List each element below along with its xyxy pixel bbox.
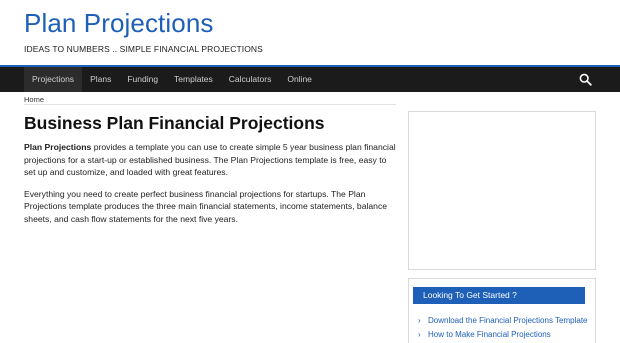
- main-navigation: Projections Plans Funding Templates Calc…: [0, 65, 620, 92]
- intro-paragraph: Plan Projections provides a template you…: [24, 141, 399, 179]
- description-paragraph: Everything you need to create perfect bu…: [24, 188, 388, 224]
- breadcrumb-divider: [24, 104, 396, 105]
- get-started-widget: Looking To Get Started ? › Download the F…: [408, 278, 596, 343]
- link-how-to-make-projections[interactable]: › How to Make Financial Projections: [418, 328, 588, 342]
- nav-item-templates[interactable]: Templates: [166, 67, 221, 92]
- breadcrumb: Home: [24, 95, 44, 104]
- brand-name-bold: Plan Projections: [24, 142, 92, 152]
- site-title[interactable]: Plan Projections: [24, 8, 213, 39]
- site-header: Plan Projections IDEAS TO NUMBERS .. SIM…: [0, 0, 620, 64]
- page-title: Business Plan Financial Projections: [24, 113, 325, 133]
- chevron-right-icon: ›: [418, 329, 421, 339]
- nav-item-projections[interactable]: Projections: [24, 67, 83, 92]
- nav-item-online[interactable]: Online: [279, 67, 320, 92]
- main-content: Plan Projections provides a template you…: [24, 141, 399, 235]
- sidebar-ad-placeholder: [408, 111, 596, 270]
- nav-item-funding[interactable]: Funding: [119, 67, 166, 92]
- site-tagline: IDEAS TO NUMBERS .. SIMPLE FINANCIAL PRO…: [24, 44, 263, 54]
- nav-item-plans[interactable]: Plans: [82, 67, 119, 92]
- widget-link-list: › Download the Financial Projections Temp…: [418, 314, 588, 341]
- nav-item-calculators[interactable]: Calculators: [221, 67, 280, 92]
- link-label: Download the Financial Projections Templ…: [428, 316, 588, 325]
- nav-menu: Projections Plans Funding Templates Calc…: [24, 67, 320, 92]
- breadcrumb-home-link[interactable]: Home: [24, 95, 44, 104]
- link-download-template[interactable]: › Download the Financial Projections Temp…: [418, 314, 588, 328]
- link-label: How to Make Financial Projections: [428, 329, 551, 339]
- widget-title: Looking To Get Started ?: [413, 287, 585, 304]
- chevron-right-icon: ›: [418, 316, 421, 325]
- search-icon[interactable]: [579, 73, 592, 86]
